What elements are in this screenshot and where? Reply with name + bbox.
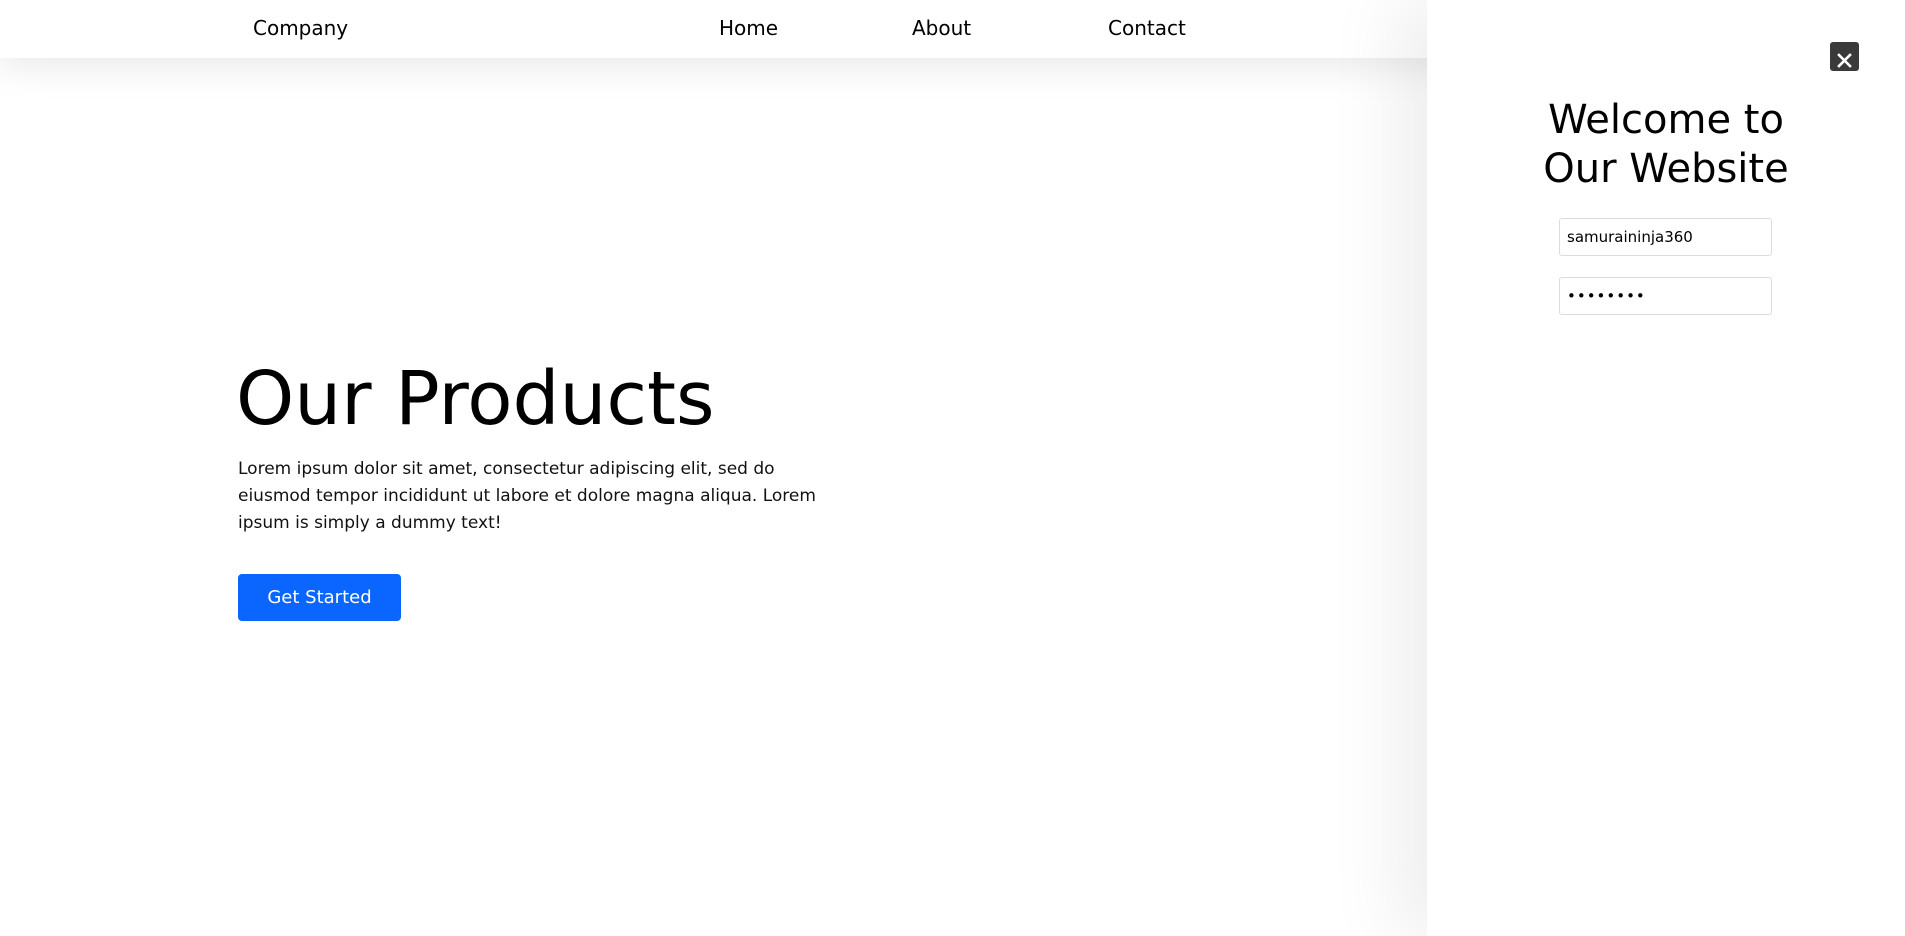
nav-link-about[interactable]: About [912, 16, 971, 40]
password-input[interactable] [1559, 277, 1772, 315]
panel-title-line2: Our Website [1543, 146, 1789, 192]
panel-title-line1: Welcome to [1548, 97, 1784, 143]
username-input[interactable] [1559, 218, 1772, 256]
panel-title: Welcome to Our Website [1427, 96, 1905, 194]
hero-description: Lorem ipsum dolor sit amet, consectetur … [238, 459, 816, 533]
get-started-button[interactable]: Get Started [238, 574, 401, 621]
hero-title: Our Products [236, 356, 715, 442]
brand-link[interactable]: Company [253, 16, 348, 40]
login-panel: Welcome to Our Website [1427, 0, 1905, 936]
close-icon [1837, 52, 1852, 68]
nav-link-contact[interactable]: Contact [1108, 16, 1186, 40]
page: Company Home About Contact Our Products … [0, 0, 1905, 936]
close-panel-button[interactable] [1830, 42, 1859, 71]
nav-link-home[interactable]: Home [719, 16, 778, 40]
